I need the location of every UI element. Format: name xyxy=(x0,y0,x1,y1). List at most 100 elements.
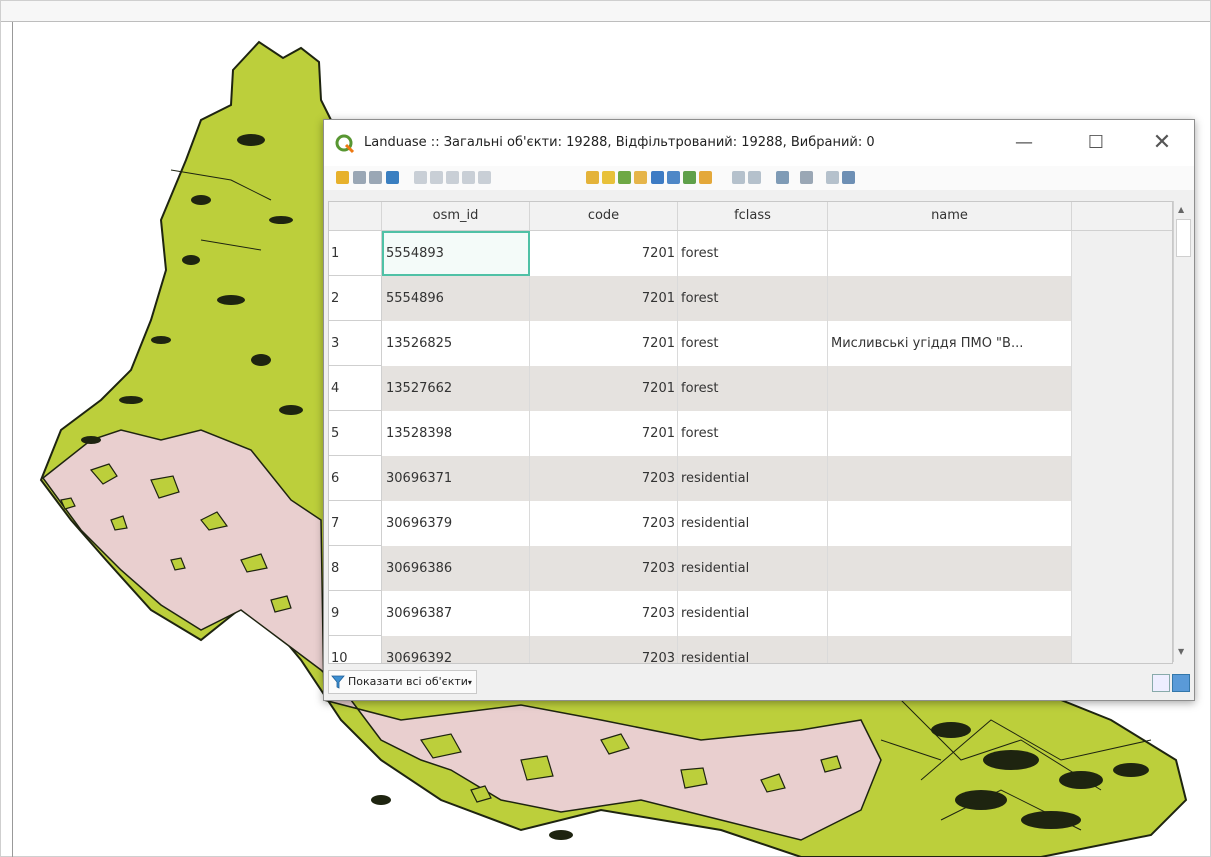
row-number[interactable]: 1 xyxy=(329,231,382,276)
table-row[interactable]: 4 13527662 7201 forest xyxy=(329,366,1172,411)
row-number[interactable]: 7 xyxy=(329,501,382,546)
cell-osm-id[interactable]: 13526825 xyxy=(382,321,530,366)
table-row[interactable]: 2 5554896 7201 forest xyxy=(329,276,1172,321)
row-number-header[interactable] xyxy=(329,202,382,230)
cell-code[interactable]: 7203 xyxy=(530,456,678,501)
cell-fclass[interactable]: forest xyxy=(678,231,828,276)
form-view-icon[interactable] xyxy=(1152,674,1170,692)
row-number[interactable]: 2 xyxy=(329,276,382,321)
maximize-button[interactable]: ☐ xyxy=(1076,126,1116,160)
select-expression-icon[interactable] xyxy=(586,171,599,184)
delete-field-icon[interactable] xyxy=(748,171,761,184)
table-row[interactable]: 1 5554893 7201 forest xyxy=(329,231,1172,276)
cell-fclass[interactable]: residential xyxy=(678,591,828,636)
table-row[interactable]: 9 30696387 7203 residential xyxy=(329,591,1172,636)
row-number[interactable]: 3 xyxy=(329,321,382,366)
cell-name[interactable]: Мисливські угіддя ПМО "В... xyxy=(828,321,1072,366)
cell-code[interactable]: 7201 xyxy=(530,366,678,411)
cell-name[interactable] xyxy=(828,276,1072,321)
column-header-fclass[interactable]: fclass xyxy=(678,202,828,230)
column-header-code[interactable]: code xyxy=(530,202,678,230)
cell-code[interactable]: 7201 xyxy=(530,276,678,321)
toggle-edit-icon[interactable] xyxy=(336,171,349,184)
row-number[interactable]: 6 xyxy=(329,456,382,501)
cell-fclass[interactable]: forest xyxy=(678,411,828,456)
cell-osm-id[interactable]: 30696371 xyxy=(382,456,530,501)
cell-osm-id[interactable]: 30696386 xyxy=(382,546,530,591)
cell-osm-id[interactable]: 30696387 xyxy=(382,591,530,636)
zoom-to-selection-icon[interactable] xyxy=(699,171,712,184)
scroll-up-arrow-icon[interactable]: ▲ xyxy=(1178,205,1184,214)
dock-icon[interactable] xyxy=(826,171,839,184)
conditional-format-icon[interactable] xyxy=(800,171,813,184)
cell-fclass[interactable]: forest xyxy=(678,321,828,366)
invert-selection-icon[interactable] xyxy=(618,171,631,184)
table-view-icon[interactable] xyxy=(1172,674,1190,692)
row-number[interactable]: 4 xyxy=(329,366,382,411)
pan-to-selection-icon[interactable] xyxy=(683,171,696,184)
cell-osm-id[interactable]: 5554896 xyxy=(382,276,530,321)
refresh-icon[interactable] xyxy=(386,171,399,184)
cell-name[interactable] xyxy=(828,231,1072,276)
cell-osm-id[interactable]: 30696379 xyxy=(382,501,530,546)
cell-code[interactable]: 7203 xyxy=(530,591,678,636)
cell-code[interactable]: 7201 xyxy=(530,411,678,456)
cell-name[interactable] xyxy=(828,636,1072,663)
vertical-scrollbar[interactable]: ▲ ▼ xyxy=(1173,201,1192,662)
deselect-icon[interactable] xyxy=(634,171,647,184)
scroll-down-arrow-icon[interactable]: ▼ xyxy=(1178,647,1184,656)
actions-icon[interactable] xyxy=(842,171,855,184)
cell-code[interactable]: 7201 xyxy=(530,321,678,366)
window-titlebar[interactable]: Landuase :: Загальні об'єкти: 19288, Від… xyxy=(324,120,1194,166)
column-header-name[interactable]: name xyxy=(828,202,1072,230)
column-header-osm-id[interactable]: osm_id xyxy=(382,202,530,230)
move-to-top-icon[interactable] xyxy=(667,171,680,184)
table-row[interactable]: 8 30696386 7203 residential xyxy=(329,546,1172,591)
row-number[interactable]: 8 xyxy=(329,546,382,591)
cell-code[interactable]: 7203 xyxy=(530,501,678,546)
delete-feature-icon[interactable] xyxy=(430,171,443,184)
cell-fclass[interactable]: forest xyxy=(678,366,828,411)
new-field-icon[interactable] xyxy=(732,171,745,184)
minimize-button[interactable]: — xyxy=(1004,126,1044,160)
show-all-features-dropdown[interactable]: Показати всі об'єкти▾ xyxy=(328,670,477,694)
cell-name[interactable] xyxy=(828,591,1072,636)
cell-name[interactable] xyxy=(828,501,1072,546)
table-row[interactable]: 6 30696371 7203 residential xyxy=(329,456,1172,501)
table-row[interactable]: 3 13526825 7201 forest Мисливські угіддя ПМО… xyxy=(329,321,1172,366)
reload-icon[interactable] xyxy=(369,171,382,184)
cell-osm-id[interactable]: 30696392 xyxy=(382,636,530,663)
cell-name[interactable] xyxy=(828,411,1072,456)
add-feature-icon[interactable] xyxy=(414,171,427,184)
field-calculator-icon[interactable] xyxy=(776,171,789,184)
attribute-table[interactable]: osm_id code fclass name 1 5554893 7201 fore… xyxy=(328,201,1173,664)
row-number[interactable]: 10 xyxy=(329,636,382,663)
cell-name[interactable] xyxy=(828,546,1072,591)
cell-osm-id[interactable]: 13528398 xyxy=(382,411,530,456)
cell-fclass[interactable]: residential xyxy=(678,546,828,591)
close-button[interactable]: ✕ xyxy=(1142,126,1182,160)
copy-icon[interactable] xyxy=(462,171,475,184)
cell-code[interactable]: 7203 xyxy=(530,636,678,663)
cut-icon[interactable] xyxy=(446,171,459,184)
table-row[interactable]: 5 13528398 7201 forest xyxy=(329,411,1172,456)
cell-code[interactable]: 7201 xyxy=(530,231,678,276)
select-all-icon[interactable] xyxy=(602,171,615,184)
attribute-table-window[interactable]: Landuase :: Загальні об'єкти: 19288, Від… xyxy=(323,119,1195,701)
filter-selected-icon[interactable] xyxy=(651,171,664,184)
cell-name[interactable] xyxy=(828,456,1072,501)
scrollbar-thumb[interactable] xyxy=(1176,219,1191,257)
save-edits-icon[interactable] xyxy=(353,171,366,184)
cell-name[interactable] xyxy=(828,366,1072,411)
cell-fclass[interactable]: residential xyxy=(678,501,828,546)
cell-fclass[interactable]: residential xyxy=(678,456,828,501)
cell-code[interactable]: 7203 xyxy=(530,546,678,591)
cell-fclass[interactable]: residential xyxy=(678,636,828,663)
cell-osm-id[interactable]: 5554893 xyxy=(382,231,530,276)
row-number[interactable]: 5 xyxy=(329,411,382,456)
paste-icon[interactable] xyxy=(478,171,491,184)
row-number[interactable]: 9 xyxy=(329,591,382,636)
cell-fclass[interactable]: forest xyxy=(678,276,828,321)
table-row[interactable]: 7 30696379 7203 residential xyxy=(329,501,1172,546)
table-row[interactable]: 10 30696392 7203 residential xyxy=(329,636,1172,663)
